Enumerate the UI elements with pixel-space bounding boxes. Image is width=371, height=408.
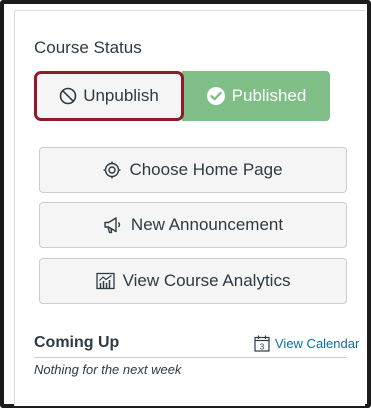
course-status-heading: Course Status (34, 38, 142, 57)
calendar-icon: 3 (254, 335, 270, 352)
analytics-icon (95, 272, 115, 290)
megaphone-icon (103, 216, 123, 234)
new-announcement-button[interactable]: New Announcement (39, 202, 347, 248)
publish-status-group: Unpublish Published (34, 71, 330, 121)
target-icon (103, 161, 121, 179)
calendar-day-number: 3 (260, 342, 265, 351)
new-announcement-label: New Announcement (130, 215, 284, 234)
unpublish-button[interactable]: Unpublish (34, 71, 184, 121)
choose-home-page-button[interactable]: Choose Home Page (39, 147, 347, 193)
coming-up-heading: Coming Up (34, 334, 120, 351)
view-calendar-label: View Calendar (275, 336, 360, 351)
cancel-circle-icon (59, 87, 77, 105)
coming-up-empty-message: Nothing for the next week (34, 362, 182, 377)
view-course-analytics-button[interactable]: View Course Analytics (39, 258, 347, 304)
published-button[interactable]: Published (182, 71, 330, 121)
unpublish-label: Unpublish (83, 86, 159, 105)
published-label: Published (231, 86, 307, 105)
view-course-analytics-label: View Course Analytics (122, 271, 291, 290)
choose-home-page-label: Choose Home Page (129, 160, 283, 179)
check-circle-icon (206, 86, 226, 106)
view-calendar-link[interactable]: 3 View Calendar (254, 335, 359, 352)
coming-up-divider (34, 357, 347, 358)
